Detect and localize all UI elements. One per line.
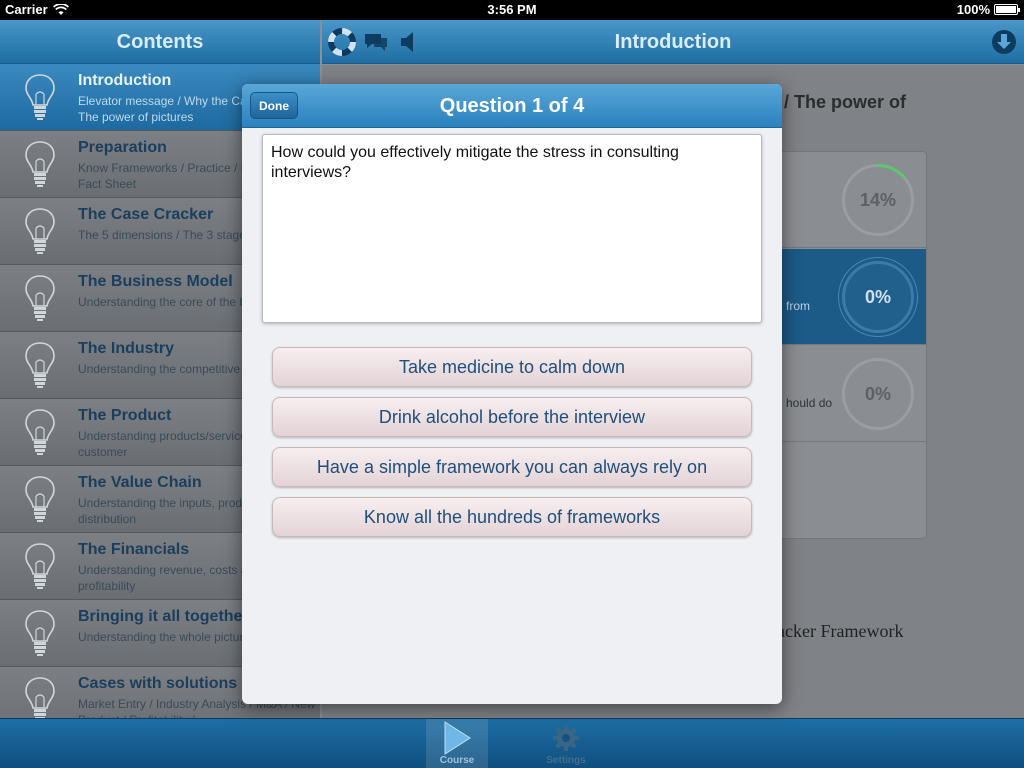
toc-item-title: The Value Chain	[78, 474, 202, 491]
lightbulb-icon	[22, 608, 58, 658]
quiz-modal: Done Question 1 of 4 How could you effec…	[242, 84, 782, 704]
question-text: How could you effectively mitigate the s…	[262, 134, 762, 323]
lightbulb-icon	[22, 206, 58, 256]
quiz-title: Question 1 of 4	[439, 95, 585, 117]
lightbulb-icon	[22, 139, 58, 189]
lightbulb-icon	[22, 273, 58, 323]
contents-header: Contents	[0, 20, 320, 64]
lesson-row-text: from	[786, 299, 810, 313]
framework-caption: acker Framework	[777, 621, 904, 641]
lightbulb-icon	[22, 72, 58, 122]
tab-settings[interactable]: Settings	[535, 719, 597, 768]
lesson-row[interactable]: 14%	[778, 152, 926, 248]
lesson-card: 14% from 0% hould do 0%	[777, 151, 927, 539]
toc-item-title: The Financials	[78, 541, 190, 558]
quiz-modal-header: Done Question 1 of 4	[242, 84, 782, 128]
progress-ring: 0%	[842, 261, 914, 333]
battery-icon	[994, 4, 1020, 15]
answer-option-4[interactable]: Know all the hundreds of frameworks	[272, 497, 752, 537]
play-icon	[444, 721, 471, 755]
section-heading-line2: n	[772, 114, 906, 137]
toc-item-title: Preparation	[78, 139, 167, 156]
answer-option-1[interactable]: Take medicine to calm down	[272, 347, 752, 387]
clock: 3:56 PM	[487, 2, 537, 17]
toc-item-title: Bringing it all together	[78, 608, 249, 625]
progress-ring: 14%	[842, 164, 914, 236]
toc-item-title: The Product	[78, 407, 172, 424]
progress-arc	[877, 164, 906, 179]
lightbulb-icon	[22, 474, 58, 524]
answer-option-3[interactable]: Have a simple framework you can always r…	[272, 447, 752, 487]
detail-header: Introduction	[322, 20, 1024, 64]
status-bar: Carrier 3:56 PM 100%	[0, 0, 1024, 20]
lesson-row-text: hould do	[786, 396, 833, 410]
section-heading-line1: r / The power of	[772, 92, 907, 112]
lightbulb-icon	[22, 340, 58, 390]
tab-settings-label: Settings	[546, 755, 586, 766]
lesson-row[interactable]	[778, 443, 926, 538]
lesson-row[interactable]: from 0%	[778, 249, 926, 345]
tab-course[interactable]: Course	[426, 719, 488, 768]
lightbulb-icon	[22, 541, 58, 591]
answer-option-2[interactable]: Drink alcohol before the interview	[272, 397, 752, 437]
tab-bar: Course Settings	[0, 718, 1024, 768]
toc-item-title: The Case Cracker	[78, 206, 214, 223]
progress-ring: 0%	[842, 358, 914, 430]
detail-title: Introduction	[614, 31, 732, 53]
section-heading: r / The power of n	[772, 91, 906, 137]
tab-course-label: Course	[439, 755, 475, 766]
battery-percent: 100%	[956, 2, 990, 17]
toc-item-title: The Business Model	[78, 273, 233, 290]
toc-item-title: Cases with solutions	[78, 675, 238, 692]
lesson-row[interactable]: hould do 0%	[778, 346, 926, 442]
gear-icon	[553, 725, 579, 751]
battery-fill	[996, 6, 1016, 13]
lightbulb-icon	[22, 675, 58, 718]
download-icon[interactable]	[990, 28, 1018, 56]
toc-item-title: Introduction	[78, 72, 172, 89]
lightbulb-icon	[22, 407, 58, 457]
toc-item-title: The Industry	[78, 340, 175, 357]
battery-group: 100%	[956, 2, 1020, 17]
